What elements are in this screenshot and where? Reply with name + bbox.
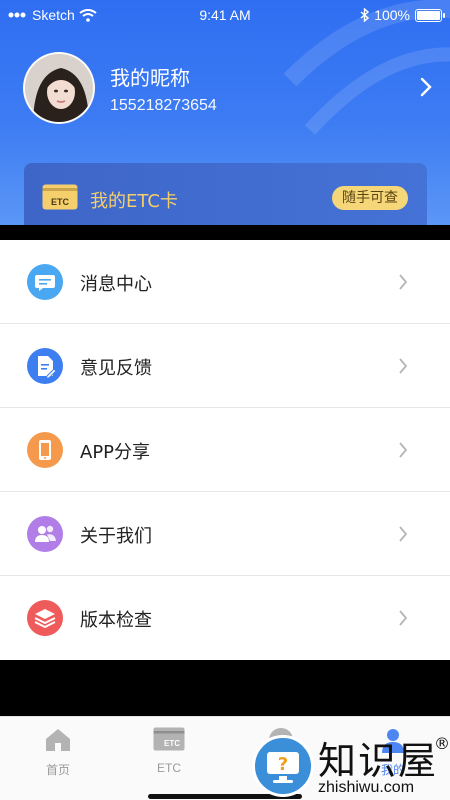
etc-card-icon: ETC	[42, 184, 78, 210]
tab-label: ETC	[157, 761, 181, 775]
menu-item-label: 关于我们	[80, 526, 152, 547]
menu-item-label: 意见反馈	[80, 358, 152, 379]
chevron-right-icon	[399, 442, 408, 458]
etc-card-banner[interactable]: ETC 我的ETC卡 随手可查	[24, 163, 427, 225]
menu-item-feedback[interactable]: 意见反馈	[0, 324, 450, 408]
svg-text:ETC: ETC	[164, 739, 180, 748]
profile-header: Sketch 9:41 AM 100% 我的昵称 155218273654 ET…	[0, 0, 450, 225]
menu-item-about-us[interactable]: 关于我们	[0, 492, 450, 576]
battery-percent: 100%	[374, 7, 410, 23]
bluetooth-icon	[360, 8, 370, 22]
menu-item-label: 版本检查	[80, 610, 152, 631]
menu-item-label: APP分享	[80, 442, 151, 463]
svg-text:?: ?	[278, 754, 288, 775]
battery-icon	[415, 8, 445, 22]
chevron-right-icon[interactable]	[419, 76, 433, 98]
tab-home[interactable]: 首页	[2, 717, 114, 800]
watermark-title: 知识屋	[318, 739, 439, 783]
tab-label: 首页	[45, 763, 70, 777]
etc-card-title: 我的ETC卡	[90, 191, 178, 212]
tab-etc[interactable]: ETC ETC	[113, 717, 225, 800]
watermark-logo-icon: ?	[252, 735, 314, 797]
feedback-doc-icon	[27, 348, 63, 384]
avatar[interactable]	[23, 52, 95, 124]
menu-item-label: 消息中心	[80, 274, 152, 295]
status-bar: Sketch 9:41 AM 100%	[0, 0, 450, 32]
message-icon	[27, 264, 63, 300]
menu-item-messages[interactable]: 消息中心	[0, 240, 450, 324]
settings-menu: 消息中心 意见反馈 APP分享 关于我们 版本检查	[0, 240, 450, 660]
etc-card-tab-icon: ETC	[153, 727, 185, 751]
users-icon	[27, 516, 63, 552]
avatar-portrait-icon	[25, 54, 93, 122]
quick-check-badge[interactable]: 随手可查	[332, 186, 408, 210]
chevron-right-icon	[399, 526, 408, 542]
nickname: 我的昵称	[110, 66, 190, 90]
registered-mark: ®	[434, 734, 450, 753]
chevron-right-icon	[399, 274, 408, 290]
phone-share-icon	[27, 432, 63, 468]
phone-number: 155218273654	[110, 97, 217, 114]
svg-text:ETC: ETC	[51, 197, 70, 207]
profile-row[interactable]: 我的昵称 155218273654	[23, 52, 433, 124]
chevron-right-icon	[399, 358, 408, 374]
layers-icon	[27, 600, 63, 636]
chevron-right-icon	[399, 610, 408, 626]
site-watermark: ? 知识屋 ® zhishiwu.com	[248, 727, 450, 800]
menu-item-app-share[interactable]: APP分享	[0, 408, 450, 492]
menu-item-version-check[interactable]: 版本检查	[0, 576, 450, 660]
home-icon	[46, 729, 70, 751]
watermark-domain: zhishiwu.com	[318, 779, 415, 796]
